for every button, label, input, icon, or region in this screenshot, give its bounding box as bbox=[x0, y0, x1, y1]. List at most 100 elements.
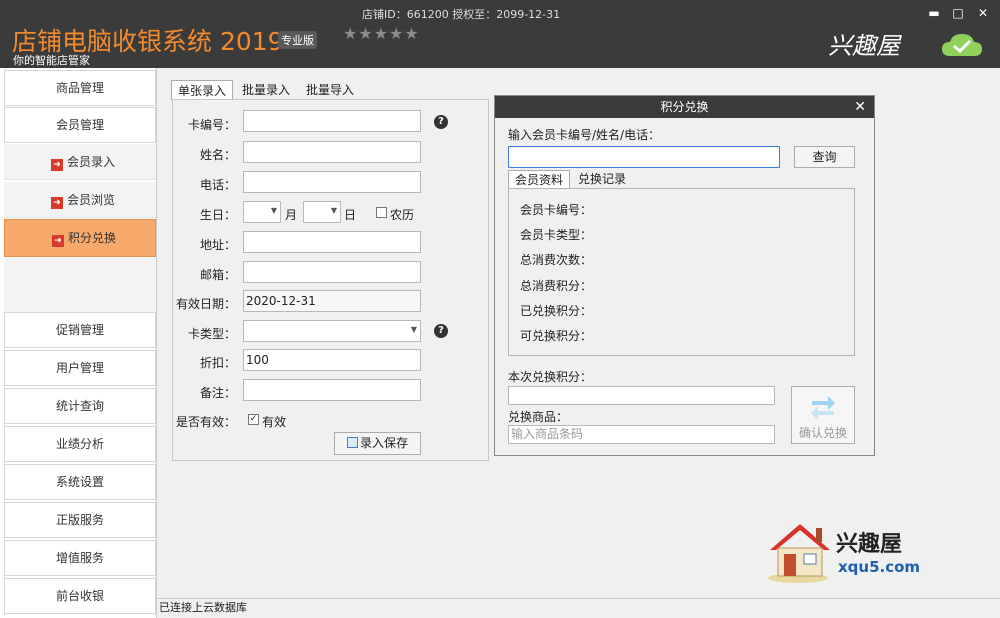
valid-check-label: 有效 bbox=[262, 415, 287, 429]
status-bar: 已连接上云数据库 bbox=[157, 598, 1000, 618]
sidebar-spacer bbox=[4, 258, 156, 314]
dialog-close-button[interactable]: ✕ bbox=[854, 96, 866, 118]
sidebar-subitem-member-browse[interactable]: ➜ 会员浏览 bbox=[4, 182, 156, 218]
remark-label: 备注： bbox=[199, 386, 236, 400]
info-card-type: 会员卡类型： bbox=[520, 228, 593, 242]
tab-batch-entry[interactable]: 批量录入 bbox=[236, 80, 296, 100]
phone-input[interactable] bbox=[243, 171, 421, 193]
product-label: 兑换商品： bbox=[508, 410, 569, 424]
day-label: 日 bbox=[344, 208, 357, 222]
tab-single-entry[interactable]: 单张录入 bbox=[171, 80, 234, 100]
email-input[interactable] bbox=[243, 261, 421, 283]
arrow-right-icon: ➜ bbox=[51, 159, 63, 171]
sidebar-item-value-added[interactable]: 增值服务 bbox=[4, 540, 156, 576]
dialog-title: 积分兑换 bbox=[495, 96, 874, 118]
info-available-points: 可兑换积分： bbox=[520, 329, 593, 343]
house-icon bbox=[768, 524, 830, 583]
member-info-box: 会员卡编号： 会员卡类型： 总消费次数： 总消费积分： 已兑换积分： 可兑换积分… bbox=[508, 188, 855, 356]
brand-logo: 兴趣屋 bbox=[828, 32, 900, 60]
lunar-checkbox[interactable] bbox=[376, 207, 387, 218]
birthday-month-select[interactable]: ▼ bbox=[243, 201, 281, 223]
help-icon[interactable]: ? bbox=[434, 115, 448, 129]
sidebar-item-members[interactable]: 会员管理 bbox=[4, 107, 156, 143]
card-no-label: 卡编号： bbox=[187, 118, 236, 132]
subitem-label: 会员浏览 bbox=[67, 193, 116, 207]
info-total-visits: 总消费次数： bbox=[520, 253, 593, 267]
is-valid-label: 是否有效： bbox=[176, 415, 237, 429]
card-no-input[interactable] bbox=[243, 110, 421, 132]
remark-input[interactable] bbox=[243, 379, 421, 401]
points-label: 本次兑换积分： bbox=[508, 370, 593, 384]
valid-date-label: 有效日期： bbox=[176, 297, 237, 311]
member-search-label: 输入会员卡编号/姓名/电话： bbox=[508, 128, 661, 142]
birthday-day-select[interactable]: ▼ bbox=[303, 201, 341, 223]
minimize-button[interactable]: ▬ bbox=[927, 6, 941, 20]
tab-exchange-history[interactable]: 兑换记录 bbox=[572, 170, 632, 189]
confirm-exchange-label: 确认兑换 bbox=[798, 426, 847, 440]
sidebar-subitem-member-entry[interactable]: ➜ 会员录入 bbox=[4, 144, 156, 180]
save-entry-button[interactable]: 录入保存 bbox=[334, 432, 421, 455]
chevron-down-icon: ▼ bbox=[330, 206, 337, 215]
address-label: 地址： bbox=[199, 238, 236, 252]
birthday-label: 生日： bbox=[199, 208, 236, 222]
sidebar: 商品管理 会员管理 ➜ 会员录入 ➜ 会员浏览 ➜ 积分兑换 促销管理 用户管理 统计… bbox=[0, 68, 157, 618]
phone-label: 电话： bbox=[199, 178, 236, 192]
sidebar-item-products[interactable]: 商品管理 bbox=[4, 70, 156, 106]
rating-stars-icon: ★★★★★ bbox=[343, 24, 420, 43]
save-entry-label: 录入保存 bbox=[359, 436, 408, 450]
tab-batch-import[interactable]: 批量导入 bbox=[300, 80, 360, 100]
cloud-check-icon bbox=[942, 34, 982, 56]
tab-member-info[interactable]: 会员资料 bbox=[508, 170, 571, 189]
subitem-label: 积分兑换 bbox=[68, 231, 117, 245]
name-input[interactable] bbox=[243, 141, 421, 163]
chevron-down-icon: ▼ bbox=[270, 206, 277, 215]
close-button[interactable]: ✕ bbox=[976, 6, 990, 20]
maximize-button[interactable]: □ bbox=[951, 6, 965, 20]
name-label: 姓名： bbox=[199, 148, 236, 162]
title-bar: 店铺电脑收银系统 2019 专业版 你的智能店管家 店铺ID：661200 授权… bbox=[0, 0, 1000, 68]
sidebar-item-promotions[interactable]: 促销管理 bbox=[4, 312, 156, 348]
address-input[interactable] bbox=[243, 231, 421, 253]
member-search-input[interactable] bbox=[508, 146, 780, 168]
month-label: 月 bbox=[285, 208, 298, 222]
valid-checkbox[interactable]: ✓ bbox=[248, 414, 259, 425]
sidebar-item-statistics[interactable]: 统计查询 bbox=[4, 388, 156, 424]
product-placeholder: 输入商品条码 bbox=[511, 427, 584, 441]
store-info: 店铺ID：661200 授权至：2099-12-31 bbox=[362, 8, 561, 21]
card-type-label: 卡类型： bbox=[187, 327, 236, 341]
valid-date-value: 2020-12-31 bbox=[246, 294, 316, 308]
points-exchange-dialog: 积分兑换 ✕ 输入会员卡编号/姓名/电话： 查询 会员资料 兑换记录 会员卡编号… bbox=[494, 95, 875, 456]
chevron-down-icon: ▼ bbox=[410, 325, 417, 334]
product-barcode-input[interactable]: 输入商品条码 bbox=[508, 425, 775, 444]
arrow-right-icon: ➜ bbox=[51, 197, 63, 209]
info-redeemed-points: 已兑换积分： bbox=[520, 304, 593, 318]
card-type-select[interactable]: ▼ bbox=[243, 320, 421, 342]
valid-date-picker[interactable]: 2020-12-31 bbox=[243, 290, 421, 312]
exchange-arrows-icon bbox=[811, 396, 835, 420]
edition-badge: 专业版 bbox=[278, 31, 317, 49]
sidebar-item-performance[interactable]: 业绩分析 bbox=[4, 426, 156, 462]
points-input[interactable] bbox=[508, 386, 775, 405]
discount-label: 折扣： bbox=[199, 356, 236, 370]
sidebar-item-settings[interactable]: 系统设置 bbox=[4, 464, 156, 500]
query-button[interactable]: 查询 bbox=[794, 146, 855, 168]
sidebar-item-users[interactable]: 用户管理 bbox=[4, 350, 156, 386]
watermark-logo: 兴趣屋 xqu5.com bbox=[764, 518, 924, 584]
discount-value: 100 bbox=[246, 353, 269, 367]
sidebar-subitem-points-exchange[interactable]: ➜ 积分兑换 bbox=[4, 219, 156, 257]
arrow-right-icon: ➜ bbox=[52, 235, 64, 247]
sidebar-item-pos[interactable]: 前台收银 bbox=[4, 578, 156, 614]
save-icon bbox=[346, 437, 358, 448]
discount-input[interactable]: 100 bbox=[243, 349, 421, 371]
info-card-no: 会员卡编号： bbox=[520, 203, 593, 217]
subitem-label: 会员录入 bbox=[67, 155, 116, 169]
sidebar-item-genuine-service[interactable]: 正版服务 bbox=[4, 502, 156, 538]
watermark-url: xqu5.com bbox=[838, 558, 921, 576]
info-total-points: 总消费积分： bbox=[520, 279, 593, 293]
app-tagline: 你的智能店管家 bbox=[13, 54, 90, 67]
email-label: 邮箱： bbox=[199, 268, 236, 282]
watermark-name: 兴趣屋 bbox=[836, 532, 903, 557]
help-icon[interactable]: ? bbox=[434, 324, 448, 338]
confirm-exchange-button[interactable]: 确认兑换 bbox=[791, 386, 855, 444]
lunar-label: 农历 bbox=[390, 208, 415, 222]
